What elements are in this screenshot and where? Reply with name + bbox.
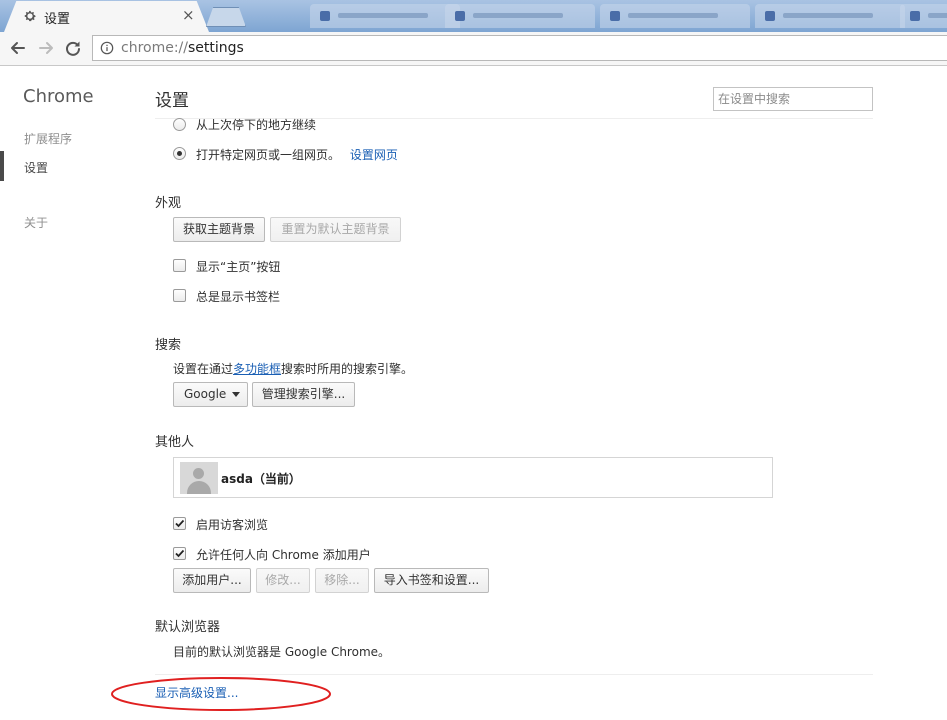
footer-divider — [155, 674, 873, 675]
reset-theme-button[interactable]: 重置为默认主题背景 — [270, 217, 401, 242]
get-themes-button[interactable]: 获取主题背景 — [173, 217, 265, 242]
edit-user-button[interactable]: 修改... — [256, 568, 310, 593]
people-section-title: 其他人 — [155, 435, 195, 450]
sidebar-title: Chrome — [23, 86, 94, 107]
page-title: 设置 — [155, 91, 189, 111]
show-bookmarks-checkbox[interactable] — [173, 289, 186, 302]
add-anyone-label: 允许任何人向 Chrome 添加用户 — [196, 548, 371, 562]
search-section-title: 搜索 — [155, 338, 182, 353]
show-bookmarks-label: 总是显示书签栏 — [196, 290, 281, 304]
add-user-button[interactable]: 添加用户... — [173, 568, 251, 593]
browser-toolbar: chrome://settings — [0, 32, 947, 66]
dropdown-arrow-icon — [232, 392, 240, 397]
startup-continue-label: 从上次停下的地方继续 — [196, 118, 317, 132]
startup-continue-radio[interactable] — [173, 118, 186, 131]
gear-icon — [24, 10, 36, 22]
close-tab-icon[interactable]: × — [182, 6, 195, 24]
show-home-label: 显示“主页”按钮 — [196, 260, 281, 274]
sidebar-item-extensions[interactable]: 扩展程序 — [24, 130, 72, 147]
url-text: chrome://settings — [121, 40, 244, 56]
sidebar-selected-marker — [0, 151, 4, 181]
default-browser-section-title: 默认浏览器 — [155, 620, 221, 635]
background-tab[interactable] — [445, 4, 595, 28]
sidebar-item-about[interactable]: 关于 — [24, 214, 48, 231]
checkmark-icon — [175, 519, 185, 528]
avatar — [180, 462, 218, 494]
search-description: 设置在通过多功能框搜索时所用的搜索引擎。 — [173, 362, 414, 376]
tab-settings[interactable]: 设置 × — [4, 1, 209, 32]
manage-search-engines-button[interactable]: 管理搜索引擎... — [252, 382, 355, 407]
reload-icon[interactable] — [62, 37, 84, 59]
search-engine-select[interactable]: Google — [173, 382, 248, 407]
checkmark-icon — [175, 549, 185, 558]
back-arrow-icon[interactable] — [7, 37, 29, 59]
profile-list: asda（当前） — [173, 457, 773, 498]
address-bar[interactable]: chrome://settings — [92, 35, 947, 61]
startup-specific-radio[interactable] — [173, 147, 186, 160]
startup-specific-label: 打开特定网页或一组网页。 — [196, 148, 341, 162]
profile-name[interactable]: asda（当前） — [221, 470, 301, 487]
import-bookmarks-button[interactable]: 导入书签和设置... — [374, 568, 489, 593]
guest-browsing-checkbox[interactable] — [173, 517, 186, 530]
new-tab-button[interactable] — [206, 1, 246, 32]
background-tab[interactable] — [900, 4, 947, 28]
tab-strip: 设置 × — [0, 0, 947, 32]
add-anyone-checkbox[interactable] — [173, 547, 186, 560]
show-home-checkbox[interactable] — [173, 259, 186, 272]
remove-user-button[interactable]: 移除... — [315, 568, 369, 593]
startup-specific-option: 打开特定网页或一组网页。 设置网页 — [196, 146, 398, 163]
settings-search-input[interactable] — [713, 87, 873, 111]
search-engine-value: Google — [184, 387, 227, 401]
omnibox-link[interactable]: 多功能框 — [233, 362, 281, 376]
background-tab[interactable] — [600, 4, 750, 28]
set-pages-link[interactable]: 设置网页 — [350, 148, 398, 162]
tab-title: 设置 — [44, 12, 71, 27]
info-icon[interactable] — [100, 41, 114, 55]
guest-browsing-label: 启用访客浏览 — [196, 518, 269, 532]
background-tab[interactable] — [755, 4, 905, 28]
sidebar-item-settings[interactable]: 设置 — [24, 159, 48, 176]
background-tab[interactable] — [310, 4, 460, 28]
appearance-section-title: 外观 — [155, 196, 182, 211]
default-browser-description: 目前的默认浏览器是 Google Chrome。 — [173, 645, 391, 659]
annotation-ellipse — [111, 677, 331, 711]
forward-arrow-icon[interactable] — [35, 37, 57, 59]
